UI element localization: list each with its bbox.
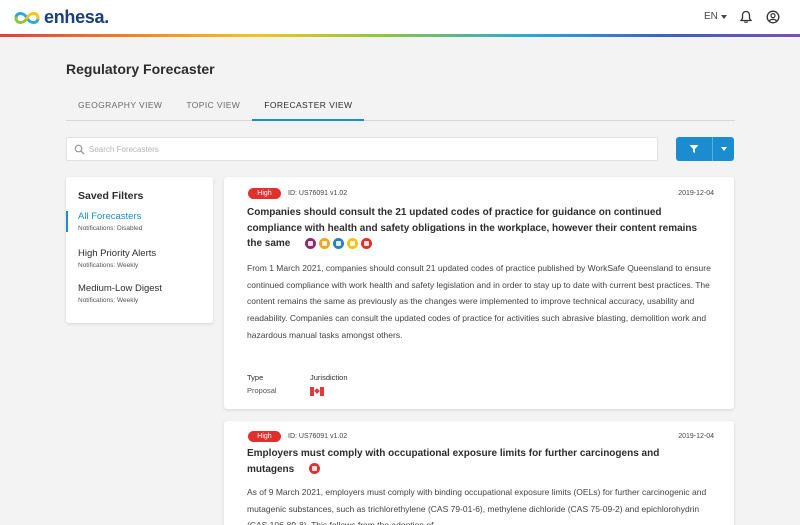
saved-filter-high-priority-alerts[interactable]: High Priority Alerts Notifications: Week… [66,248,213,269]
forecast-description: From 1 March 2021, companies should cons… [247,263,711,340]
saved-filter-name: All Forecasters [78,211,142,222]
filter-icon [689,145,699,153]
forecast-id: ID: US76091 v1.02 [288,190,348,197]
smile-icon [347,237,359,249]
search-bar [66,137,658,161]
canada-flag-icon [310,387,324,396]
forecast-date: 2019-12-04 [678,190,714,197]
saved-filter-all-forecasters[interactable]: All Forecasters Notifications: Disabled [66,211,213,232]
bell-icon[interactable] [739,10,753,24]
saved-filter-notifications: Notifications: Disabled [78,225,143,232]
language-label: EN [704,11,718,22]
saved-filter-name: High Priority Alerts [78,248,157,259]
saved-filter-name: Medium-Low Digest [78,283,162,294]
forecast-date: 2019-12-04 [678,433,714,440]
tab-geography-view[interactable]: GEOGRAPHY VIEW [66,93,174,121]
page-title: Regulatory Forecaster [66,61,215,77]
filter-button[interactable] [676,137,713,161]
top-navigation-bar: enhesa. EN [0,0,800,34]
chemical-icon [361,237,373,249]
chemical-icon [309,463,321,475]
view-tabs: GEOGRAPHY VIEW TOPIC VIEW FORECASTER VIE… [66,93,735,121]
tab-forecaster-view[interactable]: FORECASTER VIEW [252,93,365,121]
jurisdiction-label: Jurisdiction [310,373,348,382]
forecast-card[interactable]: High ID: US76091 v1.02 2019-12-04 Compan… [224,177,734,409]
forecast-title[interactable]: Companies should consult the 21 updated … [247,205,703,252]
enhesa-logo[interactable]: enhesa. [12,7,109,28]
search-icon [74,144,85,155]
saved-filters-panel: Saved Filters All Forecasters Notificati… [66,177,213,323]
type-label: Type [247,373,264,382]
saved-filter-medium-low-digest[interactable]: Medium-Low Digest Notifications: Weekly [66,283,213,304]
saved-filter-notifications: Notifications: Weekly [78,297,139,304]
worker-icon [305,237,317,249]
filter-dropdown-button[interactable] [713,137,734,161]
tab-topic-view[interactable]: TOPIC VIEW [174,93,252,121]
brand-color-strip [0,34,800,37]
search-input[interactable] [89,138,649,160]
saved-filters-title: Saved Filters [78,190,144,202]
topic-icons [305,237,373,249]
forecast-id: ID: US76091 v1.02 [288,433,348,440]
forecast-description: As of 9 March 2021, employers must compl… [247,487,707,525]
type-value: Proposal [247,386,277,395]
building-icon [319,237,331,249]
chevron-down-icon [720,14,727,19]
logo-text: enhesa. [44,7,109,27]
filter-button-group [676,137,734,161]
saved-filter-notifications: Notifications: Weekly [78,262,139,269]
topic-icons [309,463,321,475]
vehicle-icon [333,237,345,249]
priority-badge: High [248,188,281,199]
caret-down-icon [720,147,727,151]
forecast-card[interactable]: High ID: US76091 v1.02 2019-12-04 Employ… [224,421,734,525]
logo-mark-icon [14,11,40,24]
forecast-title[interactable]: Employers must comply with occupational … [247,446,703,477]
user-account-icon[interactable] [766,10,780,24]
priority-badge: High [248,431,281,442]
language-selector[interactable]: EN [704,11,727,22]
